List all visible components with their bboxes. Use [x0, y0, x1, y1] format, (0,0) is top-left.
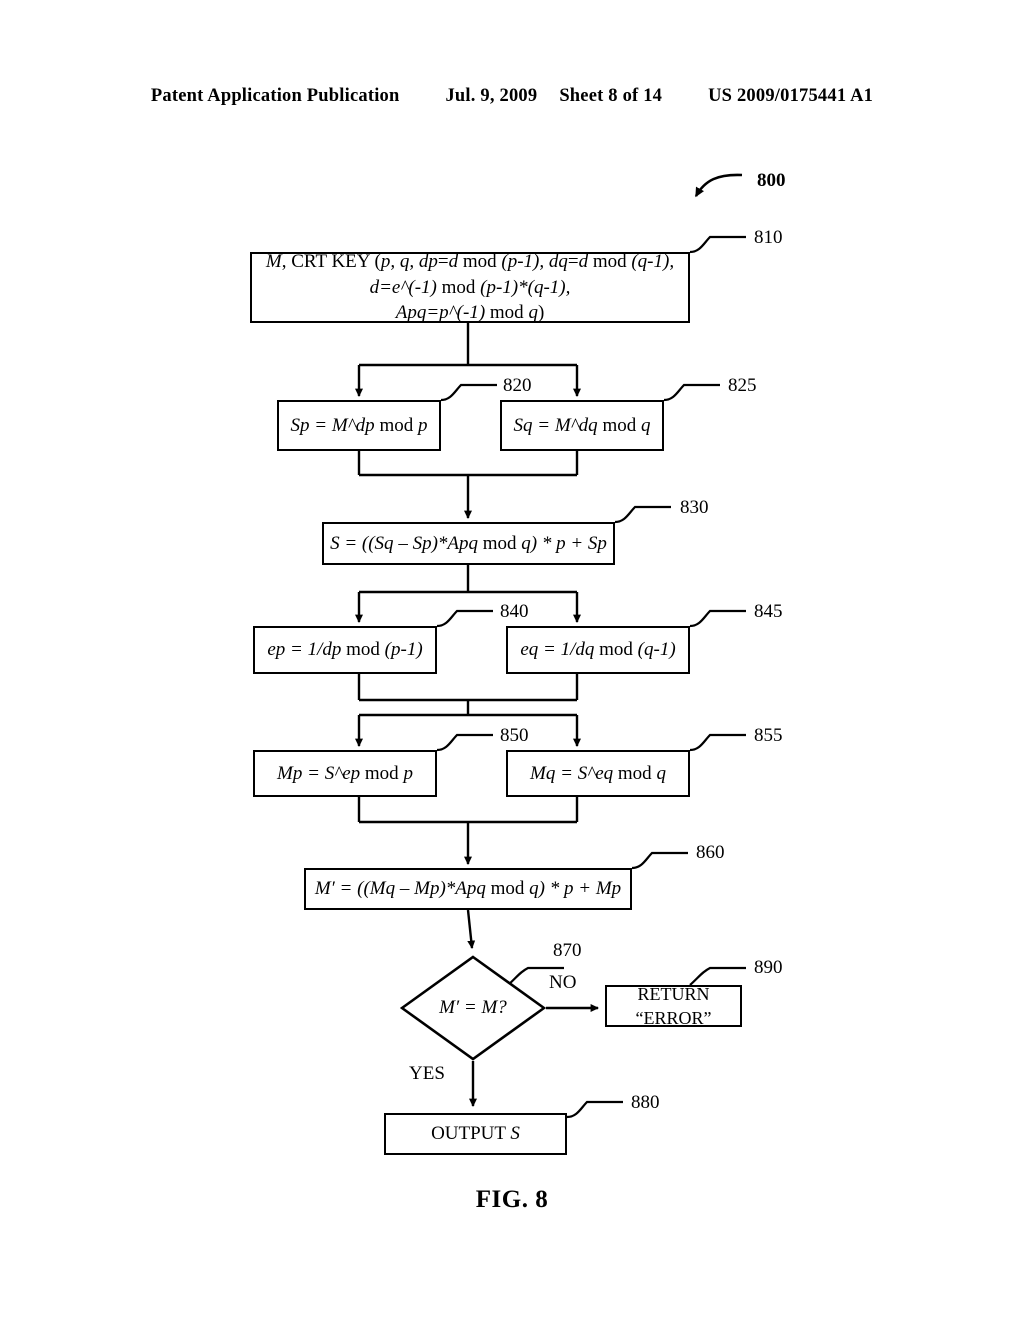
reference-numeral-860: 860: [696, 842, 725, 863]
process-node-mq: Mq = S^eq mod q: [506, 750, 690, 797]
reference-numeral-840: 840: [500, 601, 529, 622]
process-node-ep: ep = 1/dp mod (p-1): [253, 626, 437, 674]
node-825-text: Sq = M^dq mod q: [513, 414, 651, 436]
node-810-line-2: d=e^(-1) mod (p-1)*(q-1),: [369, 276, 571, 298]
terminal-node-return-error: RETURN “ERROR”: [605, 983, 742, 1028]
process-node-sp: Sp = M^dp mod p: [277, 400, 441, 451]
node-890-line-1: RETURN: [637, 983, 710, 1004]
reference-numeral-825: 825: [728, 375, 757, 396]
reference-numeral-855: 855: [754, 725, 783, 746]
process-node-s-recombine: S = ((Sq – Sp)*Apq mod q) * p + Sp: [322, 522, 615, 565]
process-node-crt-key-input: M, CRT KEY (p, q, dp=d mod (p-1), dq=d m…: [250, 251, 690, 324]
process-node-eq: eq = 1/dq mod (q-1): [506, 626, 690, 674]
reference-numeral-820: 820: [503, 375, 532, 396]
terminal-node-output-s: OUTPUT S: [384, 1113, 567, 1155]
reference-numeral-845: 845: [754, 601, 783, 622]
node-890-line-2: “ERROR”: [635, 1008, 712, 1028]
reference-numeral-890: 890: [754, 957, 783, 978]
decision-node-m-prime-equals-m: M′ = M?: [400, 955, 546, 1061]
node-830-text: S = ((Sq – Sp)*Apq mod q) * p + Sp: [330, 532, 607, 554]
process-node-mp: Mp = S^ep mod p: [253, 750, 437, 797]
figure-caption: FIG. 8: [475, 1186, 549, 1213]
process-node-sq: Sq = M^dq mod q: [500, 400, 664, 451]
edge-label-no: NO: [549, 972, 577, 993]
node-855-text: Mq = S^eq mod q: [530, 762, 666, 784]
node-810-line-3: Apq=p^(-1) mod q): [395, 302, 545, 324]
node-880-text: OUTPUT S: [431, 1123, 520, 1145]
node-850-text: Mp = S^ep mod p: [277, 762, 413, 784]
reference-numeral-800: 800: [757, 170, 786, 191]
node-810-line-1: M, CRT KEY (p, q, dp=d mod (p-1), dq=d m…: [265, 251, 675, 273]
reference-numeral-870: 870: [553, 940, 582, 961]
reference-numeral-830: 830: [680, 497, 709, 518]
reference-numeral-880: 880: [631, 1092, 660, 1113]
node-840-text: ep = 1/dp mod (p-1): [267, 639, 423, 661]
node-860-text: M′ = ((Mq – Mp)*Apq mod q) * p + Mp: [314, 878, 622, 900]
reference-numeral-850: 850: [500, 725, 529, 746]
node-845-text: eq = 1/dq mod (q-1): [520, 639, 676, 661]
flowchart-diagram: 800 810 820 825 830 840 845 850 855 860 …: [0, 0, 1024, 1320]
process-node-m-prime-recombine: M′ = ((Mq – Mp)*Apq mod q) * p + Mp: [304, 868, 632, 910]
node-870-text: M′ = M?: [439, 997, 507, 1018]
edge-label-yes: YES: [409, 1063, 445, 1084]
reference-numeral-810: 810: [754, 227, 783, 248]
node-820-text: Sp = M^dp mod p: [290, 414, 428, 436]
